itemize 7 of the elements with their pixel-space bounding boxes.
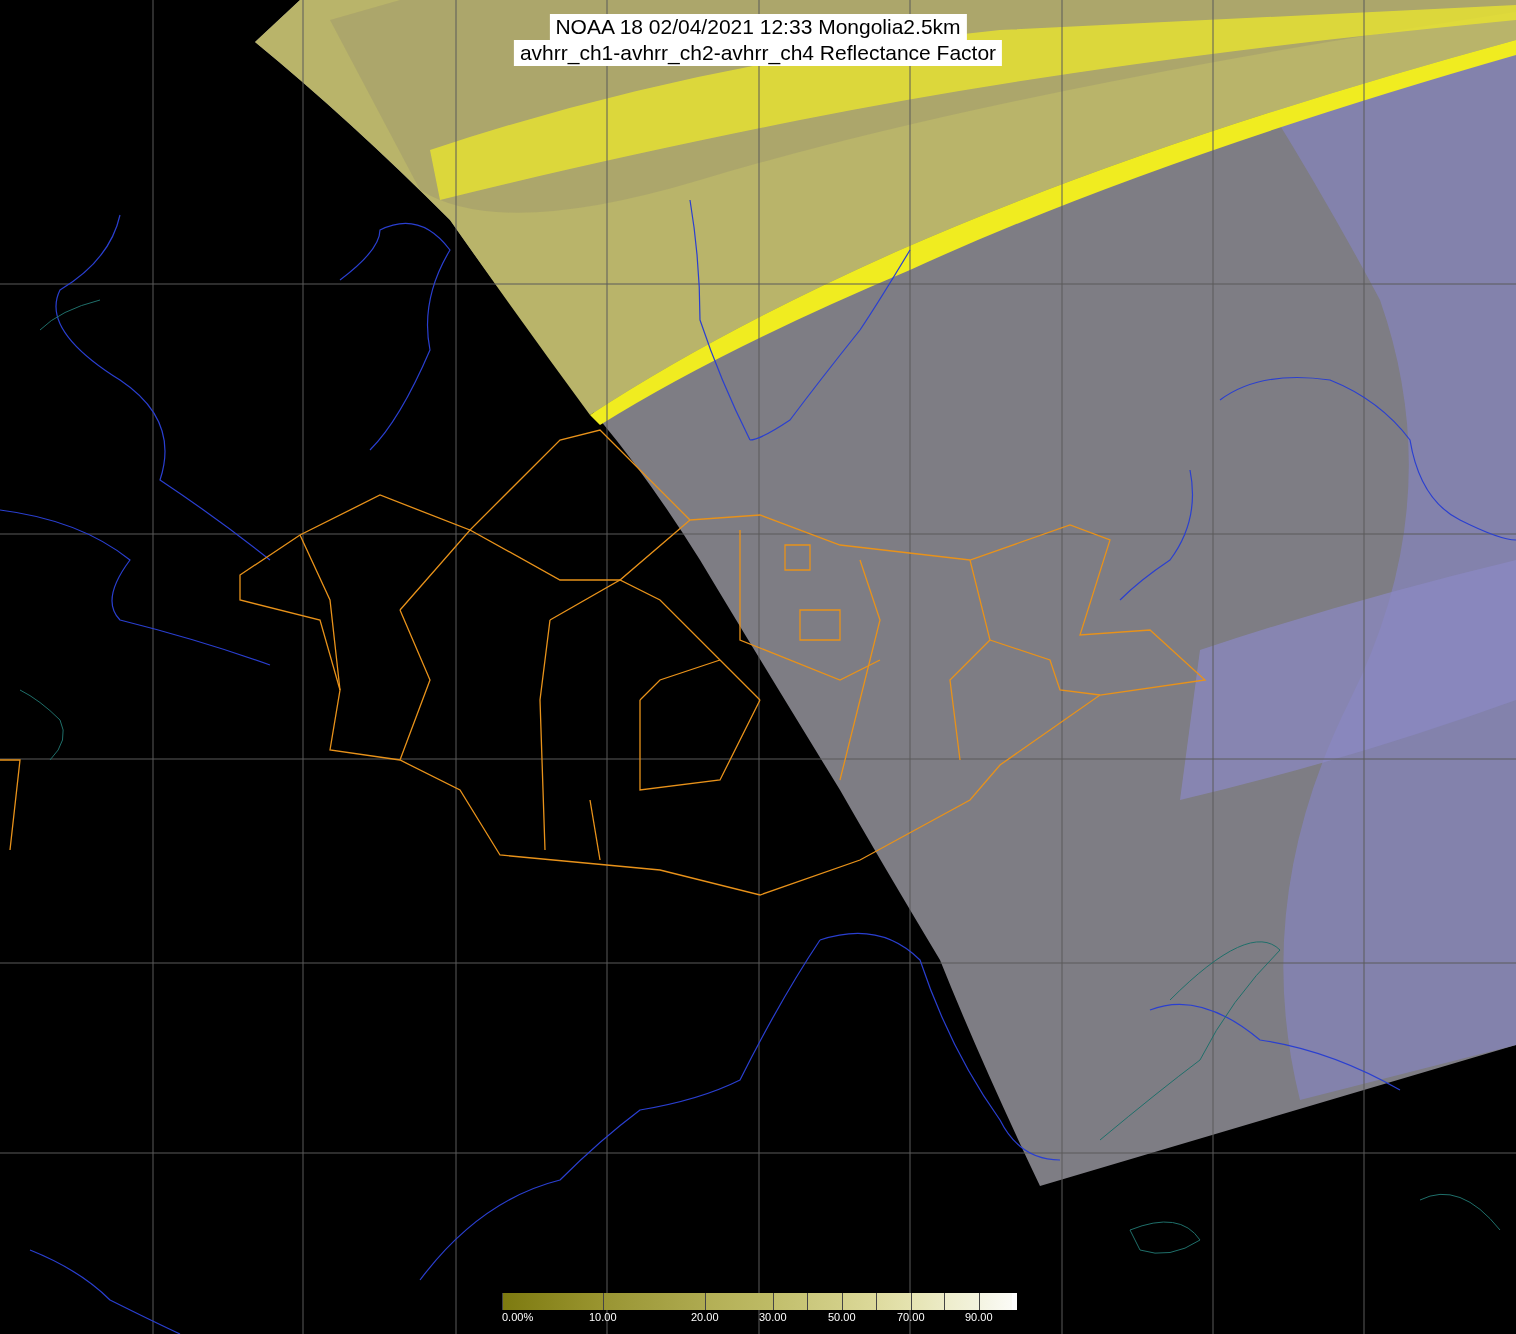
scale-label: 10.00: [589, 1311, 617, 1323]
scale-label: 90.00: [965, 1311, 993, 1323]
scale-label: 70.00: [897, 1311, 925, 1323]
scale-label: 20.00: [691, 1311, 719, 1323]
scale-label: 30.00: [759, 1311, 787, 1323]
scale-label: 50.00: [828, 1311, 856, 1323]
scale-label: 0.00%: [502, 1311, 534, 1323]
